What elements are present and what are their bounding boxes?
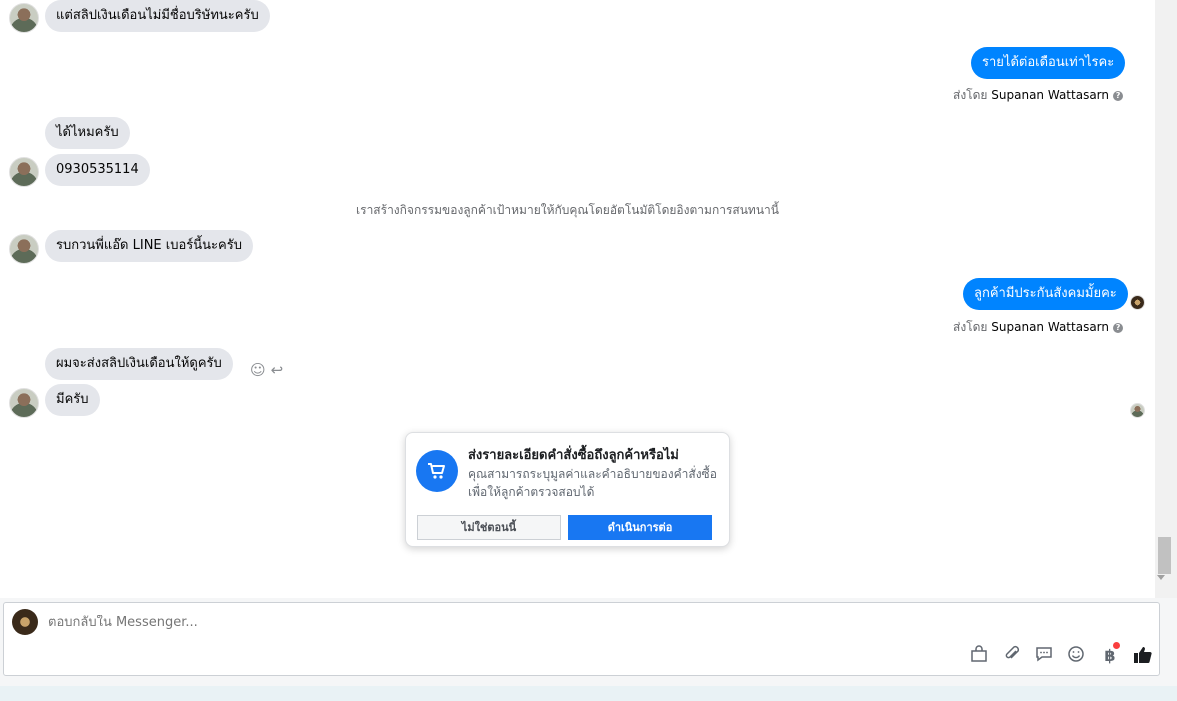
conversation-thread: แต่สลิปเงินเดือนไม่มีชื่อบริษัทนะครับ รา…	[0, 0, 1155, 598]
help-icon[interactable]: ?	[1113, 91, 1124, 101]
message-bubble-incoming[interactable]: ผมจะส่งสลิปเงินเดือนให้ดูครับ	[45, 348, 233, 380]
sender-name: Supanan Wattasarn	[991, 88, 1110, 102]
emoji-icon[interactable]	[1065, 645, 1087, 667]
sent-by-label: ส่งโดย Supanan Wattasarn?	[953, 318, 1124, 337]
message-bubble-outgoing[interactable]: รายได้ต่อเดือนเท่าไรคะ	[971, 47, 1126, 79]
shopping-bag-icon[interactable]	[968, 645, 990, 667]
message-bubble-incoming[interactable]: รบกวนพี่แอ๊ด LINE เบอร์นี้นะครับ	[45, 230, 253, 262]
customer-avatar[interactable]	[9, 3, 39, 33]
message-bubble-outgoing[interactable]: ลูกค้ามีประกันสังคมมั้ยคะ	[963, 278, 1128, 310]
reply-icon[interactable]: ↩	[271, 361, 284, 379]
paperclip-icon[interactable]	[1001, 645, 1023, 667]
customer-avatar[interactable]	[9, 234, 39, 264]
sent-by-label: ส่งโดย Supanan Wattasarn?	[953, 86, 1124, 105]
customer-avatar[interactable]	[9, 157, 39, 187]
sent-by-prefix: ส่งโดย	[953, 88, 988, 102]
sent-by-prefix: ส่งโดย	[953, 320, 988, 334]
read-receipt-avatar	[1130, 295, 1145, 310]
thumbs-up-icon[interactable]	[1132, 645, 1154, 667]
prompt-description: คุณสามารถระบุมูลค่าและคำอธิบายของคำสั่งซ…	[468, 467, 717, 499]
message-bubble-incoming[interactable]: 0930535114	[45, 154, 150, 186]
message-bubble-incoming[interactable]: ได้ไหมครับ	[45, 117, 130, 149]
cart-icon	[416, 450, 458, 492]
seen-avatar	[1130, 403, 1145, 418]
not-now-button[interactable]: ไม่ใช่ตอนนี้	[417, 515, 561, 540]
page-avatar	[12, 609, 38, 635]
order-details-prompt: ส่งรายละเอียดคำสั่งซื้อถึงลูกค้าหรือไม่ …	[405, 432, 730, 547]
smile-icon[interactable]: ☺	[250, 361, 266, 379]
scrollbar[interactable]	[1155, 0, 1177, 598]
message-bubble-incoming[interactable]: แต่สลิปเงินเดือนไม่มีชื่อบริษัทนะครับ	[45, 0, 270, 32]
notification-dot	[1113, 642, 1120, 649]
prompt-title: ส่งรายละเอียดคำสั่งซื้อถึงลูกค้าหรือไม่	[468, 448, 679, 463]
message-bubble-incoming[interactable]: มีครับ	[45, 384, 100, 416]
scrollbar-thumb[interactable]	[1158, 537, 1171, 574]
customer-avatar[interactable]	[9, 388, 39, 418]
reply-input[interactable]	[48, 615, 648, 630]
scroll-down-arrow[interactable]	[1157, 575, 1165, 580]
sender-name: Supanan Wattasarn	[991, 320, 1110, 334]
continue-button[interactable]: ดำเนินการต่อ	[568, 515, 712, 540]
message-actions: ☺ ↩	[250, 360, 288, 379]
page-footer-strip	[0, 686, 1177, 701]
reply-composer: ฿	[3, 602, 1160, 676]
system-note: เราสร้างกิจกรรมของลูกค้าเป้าหมายให้กับคุ…	[356, 203, 779, 217]
saved-reply-icon[interactable]	[1033, 645, 1055, 667]
help-icon[interactable]: ?	[1113, 323, 1124, 333]
